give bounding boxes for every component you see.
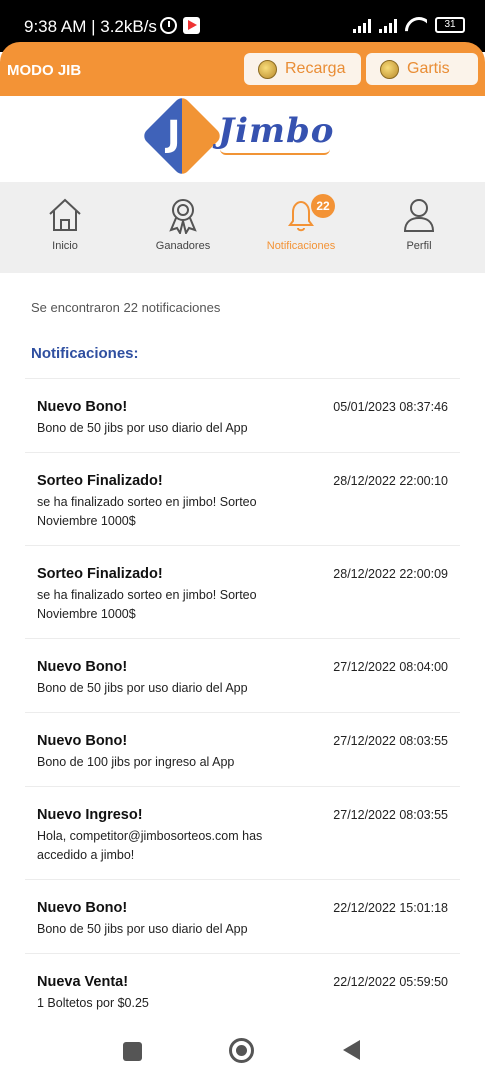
tab-inicio[interactable]: Inicio	[15, 196, 115, 252]
notification-body: Bono de 50 jibs por uso diario del App	[37, 922, 248, 936]
notification-list: Nuevo Bono! Bono de 50 jibs por uso diar…	[25, 378, 460, 1027]
logo-badge	[140, 94, 224, 178]
notification-body: Bono de 50 jibs por uso diario del App	[37, 681, 248, 695]
back-button[interactable]	[343, 1040, 360, 1060]
home-icon	[49, 198, 81, 231]
notification-date: 28/12/2022 22:00:10	[333, 474, 448, 488]
wifi-icon	[405, 17, 427, 33]
list-item[interactable]: Nuevo Bono! Bono de 50 jibs por uso diar…	[25, 879, 460, 953]
notification-body: 1 Boltetos por $0.25	[37, 996, 149, 1010]
list-item[interactable]: Nuevo Bono! Bono de 100 jibs por ingreso…	[25, 712, 460, 786]
signal-icon	[353, 17, 371, 33]
notification-date: 27/12/2022 08:03:55	[333, 734, 448, 748]
status-left-icons	[160, 17, 200, 34]
jimbo-logo: J Jimbo	[140, 94, 338, 178]
app-header: MODO JIB Recarga Gartis	[0, 42, 485, 96]
tab-notificaciones[interactable]: 22 Notificaciones	[251, 194, 351, 252]
notification-date: 05/01/2023 08:37:46	[333, 400, 448, 414]
notification-count-badge: 22	[311, 194, 335, 218]
gartis-button[interactable]: Gartis	[366, 53, 478, 85]
recents-button[interactable]	[123, 1042, 142, 1061]
notification-body: Bono de 50 jibs por uso diario del App	[37, 421, 248, 435]
logo-swoosh	[220, 149, 330, 155]
notification-date: 27/12/2022 08:03:55	[333, 808, 448, 822]
status-right-icons: 31	[353, 17, 465, 33]
list-item[interactable]: Nueva Venta! 1 Boltetos por $0.25 22/12/…	[25, 953, 460, 1027]
list-item[interactable]: Nuevo Ingreso! Hola, competitor@jimbosor…	[25, 786, 460, 879]
list-item[interactable]: Nuevo Bono! Bono de 50 jibs por uso diar…	[25, 638, 460, 712]
tab-label: Inicio	[52, 240, 78, 252]
gartis-label: Gartis	[407, 60, 450, 77]
logo-letter: J	[167, 114, 181, 155]
tab-perfil[interactable]: Perfil	[369, 196, 469, 252]
system-navigation-bar	[0, 1024, 485, 1080]
notification-body: Hola, competitor@jimbosorteos.com has ac…	[37, 829, 263, 862]
list-item[interactable]: Sorteo Finalizado! se ha finalizado sort…	[25, 545, 460, 638]
notification-body: se ha finalizado sorteo en jimbo! Sorteo…	[37, 495, 257, 528]
user-icon	[403, 199, 435, 232]
notification-date: 22/12/2022 05:59:50	[333, 975, 448, 989]
coin-icon	[380, 59, 399, 79]
award-icon	[169, 199, 197, 234]
list-item[interactable]: Nuevo Bono! Bono de 50 jibs por uso diar…	[25, 378, 460, 452]
list-item[interactable]: Sorteo Finalizado! se ha finalizado sort…	[25, 452, 460, 545]
tab-ganadores[interactable]: Ganadores	[133, 196, 233, 252]
notification-count-text: Se encontraron 22 notificaciones	[31, 300, 221, 315]
section-title: Notificaciones:	[31, 345, 139, 362]
notification-body: se ha finalizado sorteo en jimbo! Sorteo…	[37, 588, 257, 621]
alarm-icon	[160, 17, 177, 34]
play-store-icon	[183, 17, 200, 34]
signal-icon-2	[379, 17, 397, 33]
home-button[interactable]	[229, 1038, 254, 1063]
recarga-button[interactable]: Recarga	[244, 53, 361, 85]
tab-bar: Inicio Ganadores 22 Notificaciones Perfi…	[0, 182, 485, 273]
mode-label: MODO JIB	[7, 62, 82, 79]
status-time: 9:38 AM | 3.2kB/s	[24, 17, 157, 36]
coin-icon	[258, 59, 277, 79]
notification-date: 27/12/2022 08:04:00	[333, 660, 448, 674]
recarga-label: Recarga	[285, 60, 346, 77]
battery-icon: 31	[435, 17, 465, 33]
notification-date: 22/12/2022 15:01:18	[333, 901, 448, 915]
notification-body: Bono de 100 jibs por ingreso al App	[37, 755, 235, 769]
tab-label: Ganadores	[155, 240, 211, 252]
notification-date: 28/12/2022 22:00:09	[333, 567, 448, 581]
tab-label: Perfil	[406, 240, 432, 252]
tab-label: Notificaciones	[266, 240, 336, 252]
logo-text: Jimbo	[218, 111, 335, 151]
